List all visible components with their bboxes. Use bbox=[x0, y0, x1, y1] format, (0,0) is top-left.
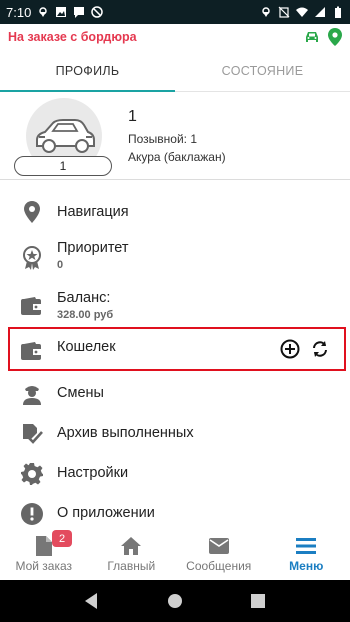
order-status-title: На заказе с бордюра bbox=[8, 30, 137, 44]
balance-value: 328.00 руб bbox=[57, 309, 114, 321]
wifi-icon bbox=[296, 7, 308, 17]
car-number-badge: 1 bbox=[14, 156, 112, 176]
app-header: На заказе с бордюра bbox=[0, 24, 350, 50]
menu-item-label: Приоритет bbox=[57, 240, 129, 256]
wallet-icon bbox=[20, 339, 44, 363]
profile-card: 1 1 Позывной: 1 Акура (баклажан) bbox=[0, 92, 350, 180]
nav-label: Меню bbox=[289, 559, 324, 573]
location-icon bbox=[39, 7, 48, 17]
order-count-badge: 2 bbox=[52, 530, 72, 547]
battery-icon bbox=[335, 6, 341, 18]
status-time: 7:10 bbox=[6, 4, 32, 20]
car-icon[interactable] bbox=[304, 30, 320, 44]
menu-item-label: Кошелек bbox=[57, 339, 116, 355]
nav-label: Главный bbox=[107, 559, 156, 573]
wallet-icon bbox=[20, 294, 44, 318]
menu-item-label: Навигация bbox=[57, 204, 129, 220]
status-right-icons bbox=[260, 6, 344, 18]
back-icon[interactable] bbox=[84, 593, 99, 609]
award-icon bbox=[20, 246, 44, 270]
menu-item-wallet[interactable]: Кошелек bbox=[0, 327, 350, 371]
driver-icon bbox=[20, 382, 44, 406]
add-circle-icon[interactable] bbox=[280, 339, 300, 359]
bottom-navigation: 2 Мой заказ Главный Сообщения Меню bbox=[0, 530, 350, 580]
location-icon bbox=[262, 7, 270, 17]
driver-name: 1 bbox=[128, 108, 137, 125]
recents-icon[interactable] bbox=[251, 594, 266, 608]
menu-item-label: О приложении bbox=[57, 505, 155, 521]
gear-icon bbox=[20, 462, 44, 486]
signal-icon bbox=[315, 7, 325, 17]
message-icon bbox=[74, 7, 85, 18]
home-circle-icon[interactable] bbox=[167, 594, 182, 608]
nav-my-order[interactable]: 2 Мой заказ bbox=[0, 530, 88, 580]
priority-value: 0 bbox=[57, 259, 64, 271]
driver-callsign: Позывной: 1 bbox=[128, 132, 198, 146]
no-disturb-icon bbox=[91, 6, 104, 18]
home-icon bbox=[120, 536, 142, 556]
menu-item-label: Архив выполненных bbox=[57, 425, 194, 441]
car-icon bbox=[36, 119, 95, 153]
status-left-icons bbox=[37, 6, 104, 18]
profile-tabs: ПРОФИЛЬ СОСТОЯНИЕ bbox=[0, 50, 350, 92]
status-bar: 7:10 bbox=[0, 0, 350, 24]
header-icons bbox=[304, 28, 342, 46]
info-icon bbox=[20, 502, 44, 526]
image-icon bbox=[56, 7, 67, 17]
driver-car: Акура (баклажан) bbox=[128, 150, 226, 164]
menu-item-label: Баланс: bbox=[57, 290, 111, 306]
tab-status[interactable]: СОСТОЯНИЕ bbox=[175, 50, 350, 91]
car-avatar: 1 bbox=[14, 98, 112, 176]
menu-item-label: Смены bbox=[57, 385, 104, 401]
mail-icon bbox=[208, 536, 230, 556]
location-pin-icon bbox=[20, 200, 44, 224]
location-pin-icon[interactable] bbox=[328, 28, 342, 46]
nav-label: Мой заказ bbox=[15, 559, 73, 573]
wallet-actions bbox=[280, 339, 330, 359]
nav-label: Сообщения bbox=[186, 559, 252, 573]
nav-menu[interactable]: Меню bbox=[263, 530, 350, 580]
nav-messages[interactable]: Сообщения bbox=[175, 530, 263, 580]
nav-main[interactable]: Главный bbox=[88, 530, 176, 580]
menu-item-label: Настройки bbox=[57, 465, 129, 481]
refresh-icon[interactable] bbox=[310, 339, 330, 359]
tab-profile[interactable]: ПРОФИЛЬ bbox=[0, 50, 175, 92]
profile-info: 1 Позывной: 1 Акура (баклажан) bbox=[128, 108, 226, 166]
system-navigation-bar bbox=[0, 580, 350, 622]
no-signal-icon bbox=[278, 6, 290, 18]
archive-check-icon bbox=[20, 422, 44, 446]
menu-icon bbox=[295, 536, 317, 556]
